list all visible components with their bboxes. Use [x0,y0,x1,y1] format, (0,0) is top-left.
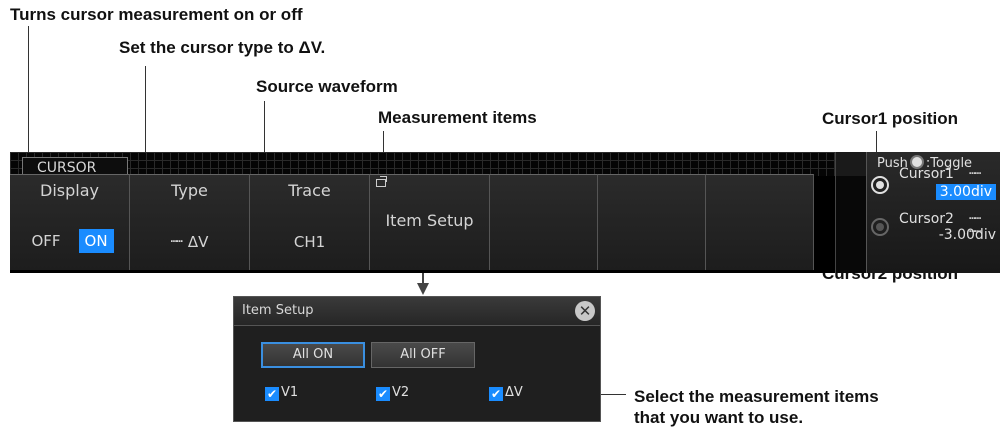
cursor2-label: Cursor2 [899,211,954,227]
close-icon[interactable]: ✕ [575,301,595,321]
softkey-display[interactable]: Display OFF ON [10,174,130,270]
softkey-display-title: Display [40,181,99,200]
annotation-select-1: Select the measurement items [634,387,879,406]
all-off-button[interactable]: All OFF [371,342,475,368]
softkey-trace-title: Trace [288,181,331,200]
annotation-select-2: that you want to use. [634,408,804,427]
all-on-button[interactable]: All ON [261,342,365,368]
checkmark-icon: ✔ [376,387,390,401]
checkbox-v2[interactable]: ✔ V2 [376,385,409,401]
annotation-cursor1: Cursor1 position [822,109,959,128]
type-value-text: ΔV [187,233,209,251]
arrow-down-icon [417,283,429,295]
checkbox-v1-label: V1 [281,385,299,400]
panel-spacer [836,176,866,273]
softkey-item-setup[interactable]: Item Setup [370,174,490,270]
softkey-type-value: ┅┅ ΔV [130,233,249,251]
checkbox-delta-v[interactable]: ✔ ΔV [489,385,523,401]
dialog-title: Item Setup [242,303,314,318]
softkey-item-setup-label: Item Setup [385,211,474,230]
cursor2-knob-icon [871,218,889,236]
cursor2-value[interactable]: -3.00div [939,227,996,243]
popup-menu-icon [376,176,387,187]
softkey-empty-3 [706,174,814,270]
softkey-empty-1 [490,174,598,270]
display-toggle: OFF ON [10,229,129,253]
display-on-option[interactable]: ON [78,229,114,253]
cursor1-knob-icon [871,176,889,194]
softkey-type[interactable]: Type ┅┅ ΔV [130,174,250,270]
annotation-type: Set the cursor type to ΔV. [119,38,326,57]
checkmark-icon: ✔ [489,387,503,401]
checkbox-delta-v-label: ΔV [505,385,523,400]
softkey-type-title: Type [171,181,208,200]
softkey-row: Display OFF ON Type ┅┅ ΔV Trace CH1 Item … [10,174,830,270]
waveform-grid-strip [10,152,870,176]
annotation-trace: Source waveform [256,77,398,96]
softkey-empty-2 [598,174,706,270]
checkbox-v1[interactable]: ✔ V1 [265,385,298,401]
checkbox-v2-label: V2 [392,385,410,400]
item-setup-dialog: Item Setup ✕ All ON All OFF ✔ V1 ✔ V2 ✔ ΔV [233,296,601,422]
horizontal-cursor-icon: ┅┅ [170,235,183,248]
checkmark-icon: ✔ [265,387,279,401]
display-off-option[interactable]: OFF [25,229,66,253]
cursor-jog-panel[interactable]: Push:Toggle Cursor1 ┅┅┅┅ 3.00div Cursor2… [866,152,1000,273]
softkey-trace-value: CH1 [293,233,326,251]
cursor-menu-bar: CURSOR Display OFF ON Type ┅┅ ΔV Trace CH… [10,152,1000,273]
dialog-title-bar: Item Setup ✕ [234,297,600,326]
cursor1-label: Cursor1 [899,166,954,182]
softkey-trace[interactable]: Trace CH1 [250,174,370,270]
annotation-items: Measurement items [378,108,537,127]
cursor-position-panel: Push:Toggle Cursor1 ┅┅┅┅ 3.00div Cursor2… [835,152,1000,273]
annotation-display: Turns cursor measurement on or off [10,5,303,24]
cursor1-value[interactable]: 3.00div [935,184,996,200]
